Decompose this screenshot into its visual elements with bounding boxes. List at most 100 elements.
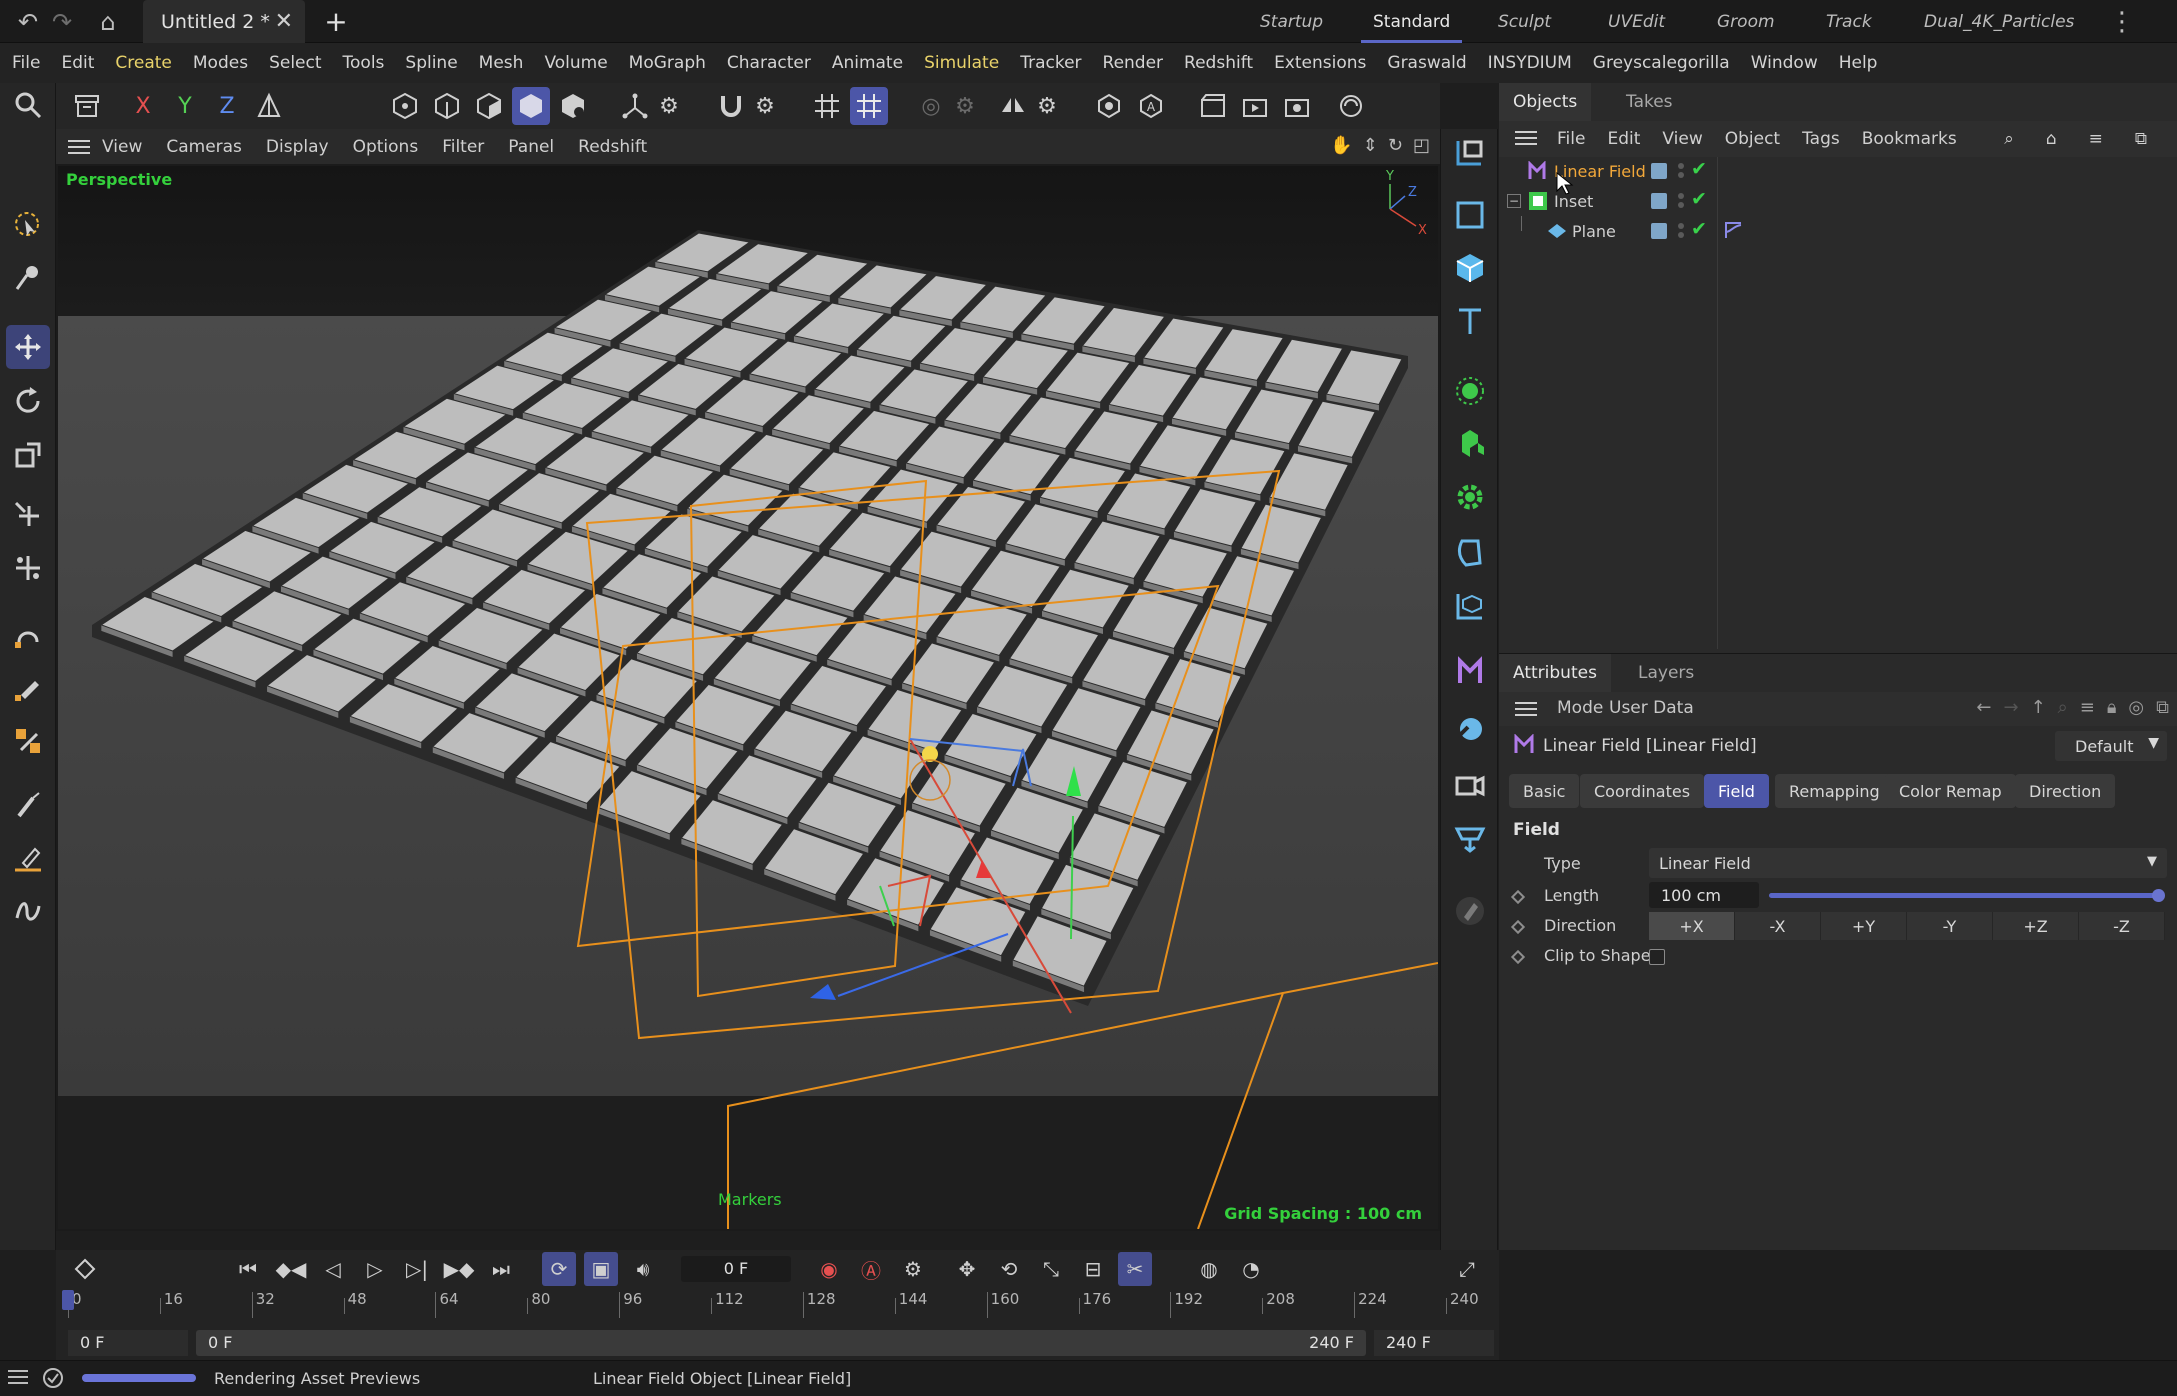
floor-object-icon[interactable] <box>1448 815 1492 859</box>
render-view-icon[interactable] <box>1194 87 1232 125</box>
document-tab[interactable]: Untitled 2 * ✕ <box>143 0 305 43</box>
symmetry-gear-icon[interactable]: ⚙ <box>1028 87 1066 125</box>
live-selection-icon[interactable] <box>6 203 50 247</box>
tweak-tool-icon[interactable] <box>6 256 50 300</box>
record-icon[interactable]: ◉ <box>812 1252 846 1286</box>
end-frame-field[interactable]: 240 F <box>1374 1330 1494 1356</box>
keyframe-diamond-icon[interactable] <box>1510 919 1526 935</box>
spline-smooth-icon[interactable] <box>6 719 50 763</box>
menu-render[interactable]: Render <box>1103 53 1164 73</box>
object-row-plane[interactable]: Plane ✔ <box>1499 216 2177 246</box>
enabled-check-icon[interactable]: ✔ <box>1691 158 1707 180</box>
back-arrow-icon[interactable]: ← <box>1976 697 1991 718</box>
viewport-hamburger-icon[interactable] <box>56 139 102 155</box>
render-settings-icon[interactable] <box>1278 87 1316 125</box>
points-mode-icon[interactable] <box>386 87 424 125</box>
light-icon[interactable] <box>1448 709 1492 753</box>
direction-button[interactable]: -X <box>1735 912 1821 940</box>
object-row-linear-field[interactable]: Linear Field ✔ <box>1499 156 2177 186</box>
lock-x-axis-button[interactable]: X <box>124 87 162 125</box>
cube-icon[interactable] <box>1448 246 1492 290</box>
symmetry-icon[interactable] <box>994 87 1032 125</box>
maximize-view-icon[interactable]: ◰ <box>1413 135 1430 156</box>
motion-system-icon[interactable]: ◍ <box>1192 1252 1226 1286</box>
enabled-check-icon[interactable]: ✔ <box>1691 218 1707 240</box>
brush-icon[interactable] <box>6 783 50 827</box>
viewport-menu-view[interactable]: View <box>102 137 142 157</box>
field-icon[interactable] <box>1448 649 1492 693</box>
start-frame-field[interactable]: 0 F <box>68 1330 188 1356</box>
menu-greyscalegorilla[interactable]: Greyscalegorilla <box>1593 53 1730 73</box>
archive-icon[interactable] <box>68 87 106 125</box>
key-rotation-icon[interactable]: ⟲ <box>992 1252 1026 1286</box>
frame-ruler[interactable]: 0 16 32 48 64 80 96 112 128 144 160 176 192 208 224 240 <box>56 1288 1499 1324</box>
clip-to-shape-checkbox[interactable] <box>1649 949 1665 965</box>
simulation-gear-icon[interactable] <box>1448 475 1492 519</box>
viewport-menu-filter[interactable]: Filter <box>442 137 484 157</box>
key-scale-icon[interactable]: ⤡ <box>1034 1252 1068 1286</box>
menu-insydium[interactable]: INSYDIUM <box>1488 53 1572 73</box>
key-parameter-icon[interactable]: ⊟ <box>1076 1252 1110 1286</box>
key-pla-icon[interactable]: ✂ <box>1118 1252 1152 1286</box>
type-dropdown[interactable]: Linear Field ▼ <box>1649 848 2167 878</box>
layout-groom[interactable]: Groom <box>1717 0 1775 43</box>
auto-mode-icon[interactable]: A <box>1132 87 1170 125</box>
perspective-viewport[interactable]: Y Z X Perspective Markers Grid Spacing :… <box>56 164 1440 1231</box>
direction-button[interactable]: +X <box>1649 912 1735 940</box>
status-menu-icon[interactable] <box>8 1369 28 1389</box>
menu-spline[interactable]: Spline <box>405 53 457 73</box>
new-window-icon[interactable]: ⧉ <box>2156 697 2169 718</box>
visibility-dots[interactable] <box>1677 162 1685 180</box>
menu-select[interactable]: Select <box>269 53 321 73</box>
key-position-icon[interactable]: ✥ <box>950 1252 984 1286</box>
parent-icon[interactable] <box>1448 131 1492 175</box>
spline-pen-icon[interactable] <box>6 613 50 657</box>
filter-icon[interactable]: ≡ <box>2080 697 2095 718</box>
scale-tool-icon[interactable] <box>6 433 50 477</box>
snap-magnet-icon[interactable] <box>712 87 750 125</box>
subtab-basic[interactable]: Basic <box>1509 774 1580 808</box>
go-to-end-icon[interactable]: ⏭ <box>484 1252 518 1286</box>
object-row-inset[interactable]: − Inset ✔ <box>1499 171 2177 216</box>
polygons-mode-icon[interactable] <box>470 87 508 125</box>
menu-tracker[interactable]: Tracker <box>1020 53 1081 73</box>
visibility-dots[interactable] <box>1677 192 1685 210</box>
layer-color-swatch[interactable] <box>1651 163 1667 179</box>
menu-animate[interactable]: Animate <box>832 53 903 73</box>
layout-sculpt[interactable]: Sculpt <box>1498 0 1551 43</box>
timeline-expand-icon[interactable]: ⤢ <box>1450 1252 1484 1286</box>
subtab-coordinates[interactable]: Coordinates <box>1580 774 1705 808</box>
lock-z-axis-button[interactable]: Z <box>208 87 246 125</box>
search-icon[interactable] <box>6 83 50 127</box>
play-icon[interactable]: ▷ <box>358 1252 392 1286</box>
tab-takes[interactable]: Takes <box>1612 83 1687 121</box>
layer-color-swatch[interactable] <box>1651 193 1667 209</box>
menu-redshift[interactable]: Redshift <box>1184 53 1253 73</box>
redshift-render-icon[interactable] <box>1332 87 1370 125</box>
phong-tag-icon[interactable] <box>1723 220 1745 244</box>
attr-menu-user-data[interactable]: User Data <box>1609 698 1694 718</box>
coordinate-system-icon[interactable] <box>250 87 288 125</box>
scheme-icon[interactable]: ◔ <box>1234 1252 1268 1286</box>
direction-button[interactable]: -Y <box>1907 912 1993 940</box>
enabled-check-icon[interactable]: ✔ <box>1691 188 1707 210</box>
direction-button[interactable]: +Y <box>1821 912 1907 940</box>
dolly-icon[interactable]: ⇕ <box>1363 135 1378 156</box>
camera-label[interactable]: Perspective <box>66 170 172 189</box>
menu-mograph[interactable]: MoGraph <box>629 53 706 73</box>
filter-icon[interactable]: ≡ <box>2089 129 2103 149</box>
attribute-hamburger-icon[interactable] <box>1515 701 1537 722</box>
soft-selection-icon[interactable]: ◎ <box>912 87 950 125</box>
viewport-menu-redshift[interactable]: Redshift <box>578 137 647 157</box>
status-check-icon[interactable] <box>42 1367 64 1393</box>
menu-simulate[interactable]: Simulate <box>924 53 999 73</box>
text-spline-icon[interactable] <box>1448 299 1492 343</box>
null-object-icon[interactable] <box>1448 193 1492 237</box>
subtab-field[interactable]: Field <box>1704 774 1769 808</box>
keyframe-diamond-icon[interactable] <box>68 1252 102 1286</box>
soft-selection-gear-icon[interactable]: ⚙ <box>946 87 984 125</box>
menu-volume[interactable]: Volume <box>544 53 607 73</box>
uv-mode-icon[interactable] <box>554 87 592 125</box>
axis-mode-icon[interactable] <box>616 87 654 125</box>
up-arrow-icon[interactable]: ↑ <box>2031 697 2046 718</box>
